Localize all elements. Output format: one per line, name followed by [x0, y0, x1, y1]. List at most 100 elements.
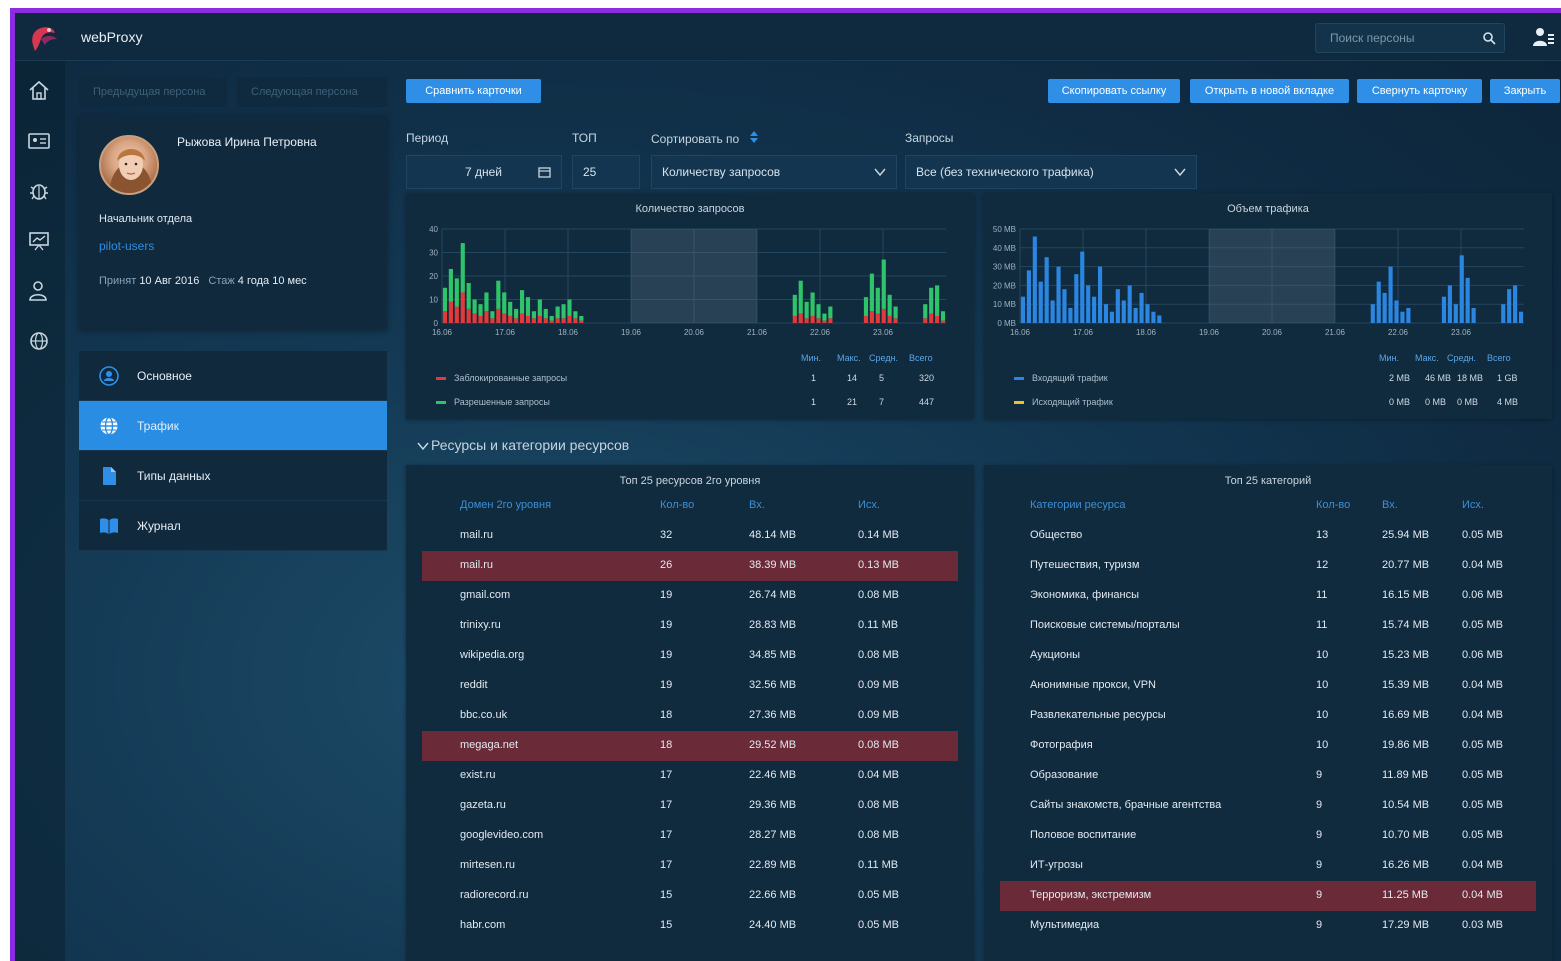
- globe-icon: [100, 416, 118, 435]
- table-cell: 19: [660, 619, 673, 631]
- prev-person-tab[interactable]: Предыдущая персона: [79, 77, 227, 107]
- table-row[interactable]: googlevideo.com 17 28.27 MB 0.08 MB: [422, 821, 958, 851]
- calendar-icon[interactable]: [538, 166, 551, 178]
- x-tick-label: 20.06: [684, 328, 705, 337]
- presentation-chart-icon[interactable]: [27, 229, 51, 253]
- table-column-header[interactable]: Категории ресурса: [1030, 499, 1126, 511]
- table-row[interactable]: gmail.com 19 26.74 MB 0.08 MB: [422, 581, 958, 611]
- table-row[interactable]: Мультимедиа 9 17.29 MB 0.03 MB: [1000, 911, 1536, 941]
- bar-series-a: [1044, 257, 1049, 323]
- id-card-icon[interactable]: [27, 129, 51, 153]
- search-input[interactable]: [1316, 24, 1476, 52]
- side-menu-item-main[interactable]: Основное: [79, 351, 387, 401]
- sort-arrows-icon[interactable]: [749, 131, 759, 143]
- table-cell: 11.89 MB: [1382, 769, 1429, 781]
- table-cell: mail.ru: [460, 529, 494, 541]
- table-column-header[interactable]: Домен 2го уровня: [460, 499, 551, 511]
- user-menu-icon[interactable]: [1531, 25, 1555, 49]
- bar-series-b: [935, 285, 940, 316]
- table-row-blocked[interactable]: Терроризм, экстремизм 9 11.25 MB 0.04 MB: [1000, 881, 1536, 911]
- bug-icon[interactable]: [27, 179, 51, 203]
- top-field[interactable]: 25: [572, 155, 640, 189]
- user-badge-icon[interactable]: [27, 279, 51, 303]
- table-column-header[interactable]: Вх.: [1382, 499, 1398, 511]
- table-row[interactable]: wikipedia.org 19 34.85 MB 0.08 MB: [422, 641, 958, 671]
- table-row[interactable]: bbc.co.uk 18 27.36 MB 0.09 MB: [422, 701, 958, 731]
- period-field[interactable]: 7 дней: [406, 155, 562, 189]
- table-row-blocked[interactable]: megaga.net 18 29.52 MB 0.08 MB: [422, 731, 958, 761]
- side-menu-item-traffic[interactable]: Трафик: [79, 401, 387, 451]
- x-tick-label: 18.06: [1136, 328, 1157, 337]
- table-cell: 10.70 MB: [1382, 829, 1430, 841]
- x-tick-label: 22.06: [810, 328, 831, 337]
- sort-select[interactable]: Количеству запросов: [651, 155, 897, 189]
- table-row[interactable]: habr.com 15 24.40 MB 0.05 MB: [422, 911, 958, 941]
- stats-value: 447: [919, 397, 935, 407]
- table-row[interactable]: Поисковые системы/порталы 11 15.74 MB 0.05 …: [1000, 611, 1536, 641]
- settings-globe-icon[interactable]: [27, 329, 51, 353]
- table-row[interactable]: reddit 19 32.56 MB 0.09 MB: [422, 671, 958, 701]
- table-row[interactable]: Анонимные прокси, VPN 10 15.39 MB 0.04 MB: [1000, 671, 1536, 701]
- table-row[interactable]: Развлекательные ресурсы 10 16.69 MB 0.04 MB: [1000, 701, 1536, 731]
- table-row[interactable]: mirtesen.ru 17 22.89 MB 0.11 MB: [422, 851, 958, 881]
- copy-link-button[interactable]: Скопировать ссылку: [1048, 79, 1180, 103]
- bar-series-b: [863, 297, 869, 316]
- table-row[interactable]: trinixy.ru 19 28.83 MB 0.11 MB: [422, 611, 958, 641]
- x-tick-label: 23.06: [1451, 328, 1472, 337]
- table-row[interactable]: Фотография 10 19.86 MB 0.05 MB: [1000, 731, 1536, 761]
- stats-value: 2 MB: [1389, 373, 1411, 383]
- profile-group-link[interactable]: pilot-users: [99, 239, 154, 253]
- table-row[interactable]: Сайты знакомств, брачные агентства 9 10.54…: [1000, 791, 1536, 821]
- close-button[interactable]: Закрыть: [1490, 79, 1560, 103]
- table-row[interactable]: exist.ru 17 22.46 MB 0.04 MB: [422, 761, 958, 791]
- table-row[interactable]: ИТ-угрозы 9 16.26 MB 0.04 MB: [1000, 851, 1536, 881]
- table-row[interactable]: Общество 13 25.94 MB 0.05 MB: [1000, 521, 1536, 551]
- top-bar: webProxy: [15, 13, 1561, 61]
- table-cell: 11.25 MB: [1382, 889, 1429, 901]
- table-row[interactable]: Путешествия, туризм 12 20.77 MB 0.04 MB: [1000, 551, 1536, 581]
- next-person-tab[interactable]: Следующая персона: [237, 77, 387, 107]
- bar-series-a: [875, 313, 880, 323]
- home-icon[interactable]: [27, 79, 51, 103]
- bar-series-b: [798, 280, 803, 314]
- open-new-tab-button[interactable]: Открыть в новой вкладке: [1190, 79, 1349, 103]
- table-row[interactable]: Половое воспитание 9 10.70 MB 0.05 MB: [1000, 821, 1536, 851]
- table-row[interactable]: radiorecord.ru 15 22.66 MB 0.05 MB: [422, 881, 958, 911]
- side-menu-label: Типы данных: [137, 468, 211, 483]
- requests-chart: 0 10 20 30 40 16.06 17.06 18.06 19.06 20.06 21.06 2…: [429, 225, 946, 337]
- collapse-chevron-icon[interactable]: [417, 441, 429, 451]
- table-row[interactable]: gazeta.ru 17 29.36 MB 0.08 MB: [422, 791, 958, 821]
- table-column-header[interactable]: Исх.: [1462, 499, 1484, 511]
- bar-series-a: [863, 315, 869, 323]
- table-cell: 29.36 MB: [749, 799, 797, 811]
- table-row[interactable]: mail.ru 32 48.14 MB 0.14 MB: [422, 521, 958, 551]
- side-menu-item-data-types[interactable]: Типы данных: [79, 451, 387, 501]
- table-row[interactable]: Экономика, финансы 11 16.15 MB 0.06 MB: [1000, 581, 1536, 611]
- table-cell: Половое воспитание: [1030, 829, 1137, 841]
- table-row[interactable]: Аукционы 10 15.23 MB 0.06 MB: [1000, 641, 1536, 671]
- table-cell: 0.04 MB: [1462, 709, 1503, 721]
- table-row-blocked[interactable]: mail.ru 26 38.39 MB 0.13 MB: [422, 551, 958, 581]
- table-cell: Анонимные прокси, VPN: [1030, 679, 1156, 691]
- app-logo-icon[interactable]: [27, 21, 61, 55]
- collapse-card-button[interactable]: Свернуть карточку: [1357, 79, 1482, 103]
- table-column-header[interactable]: Кол-во: [1316, 499, 1350, 511]
- requests-select[interactable]: Все (без технического трафика): [905, 155, 1197, 189]
- stats-value: 21: [847, 397, 858, 407]
- bar-series-a: [442, 311, 448, 323]
- bar-series-a: [1400, 311, 1405, 323]
- compare-cards-button[interactable]: Сравнить карточки: [406, 79, 541, 103]
- search-icon[interactable]: [1482, 31, 1496, 45]
- bar-series-a: [502, 313, 507, 323]
- table-column-header[interactable]: Кол-во: [660, 499, 694, 511]
- table-column-header[interactable]: Исх.: [858, 499, 880, 511]
- table-cell: 0.08 MB: [858, 739, 899, 751]
- table-column-header[interactable]: Вх.: [749, 499, 765, 511]
- table-row[interactable]: Образование 9 11.89 MB 0.05 MB: [1000, 761, 1536, 791]
- table-cell: 0.13 MB: [858, 559, 899, 571]
- top-label: ТОП: [572, 131, 597, 145]
- bar-series-a: [1127, 285, 1132, 323]
- table-cell: Общество: [1030, 529, 1083, 541]
- table-cell: mirtesen.ru: [460, 859, 516, 871]
- side-menu-item-journal[interactable]: Журнал: [79, 501, 387, 551]
